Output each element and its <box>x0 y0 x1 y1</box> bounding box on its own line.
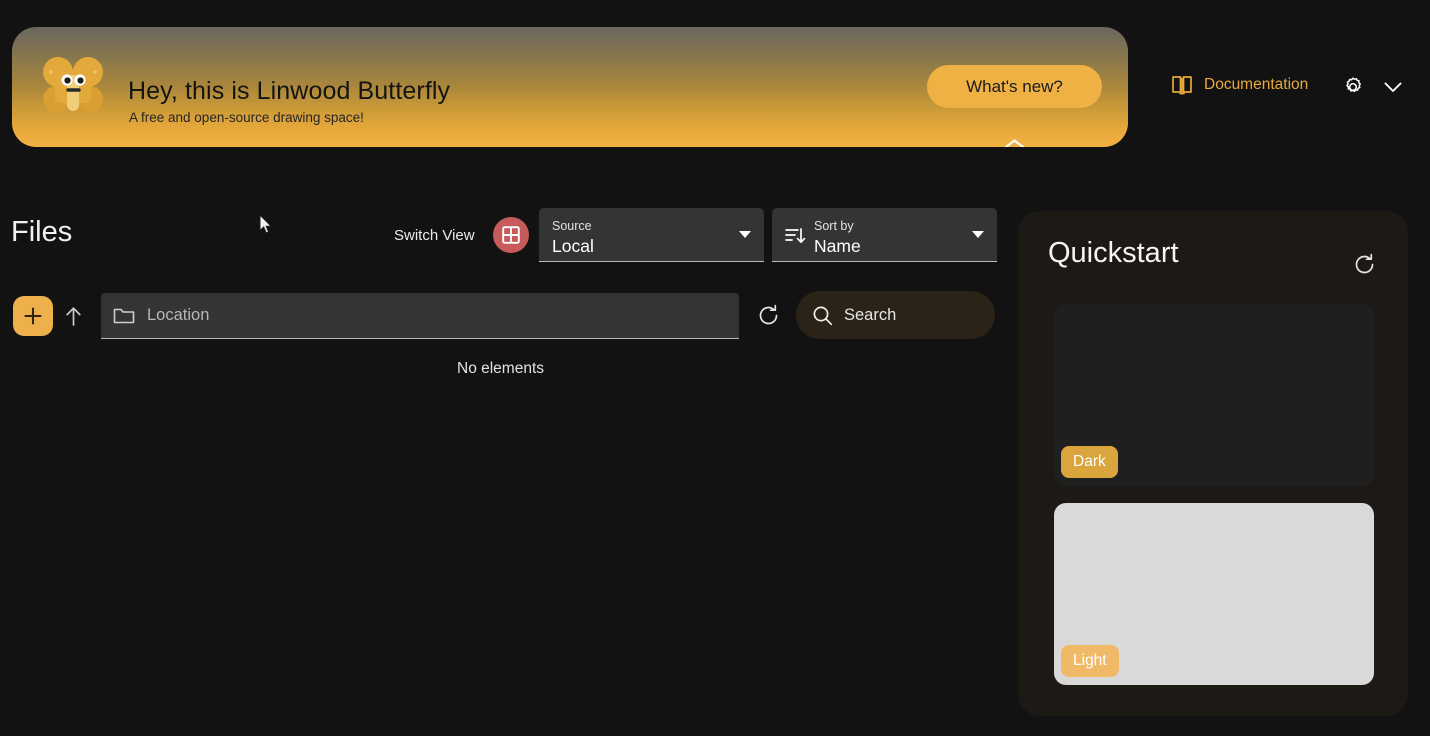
arrow-up-icon[interactable] <box>62 304 85 329</box>
sort-select[interactable]: Sort by Name <box>772 208 997 262</box>
location-field[interactable] <box>101 293 739 339</box>
add-button[interactable] <box>13 296 53 336</box>
gear-icon[interactable] <box>1341 75 1365 99</box>
folder-icon <box>113 308 135 323</box>
grid-view-icon <box>502 226 520 244</box>
banner-title: Hey, this is Linwood Butterfly <box>128 77 451 105</box>
whats-new-button[interactable]: What's new? <box>927 65 1102 108</box>
mouse-pointer-icon <box>259 214 273 234</box>
chevron-up-icon[interactable] <box>1002 137 1027 147</box>
banner-subtitle: A free and open-source drawing space! <box>129 110 364 125</box>
sort-select-value: Name <box>814 236 861 256</box>
app-root: Hey, this is Linwood Butterfly A free an… <box>0 0 1430 736</box>
sort-select-label: Sort by <box>814 219 854 233</box>
sort-descending-icon <box>785 228 806 244</box>
quickstart-panel: Quickstart Dark Light <box>1018 211 1408 716</box>
quickstart-card-light[interactable]: Light <box>1054 503 1374 685</box>
switch-view-label: Switch View <box>394 227 475 244</box>
empty-state-message: No elements <box>457 360 545 377</box>
search-field[interactable] <box>796 291 995 339</box>
butterfly-logo <box>43 57 103 112</box>
refresh-icon[interactable] <box>757 304 780 327</box>
chevron-down-icon <box>972 231 984 238</box>
search-input[interactable] <box>844 305 974 325</box>
theme-badge: Dark <box>1061 446 1118 478</box>
theme-badge: Light <box>1061 645 1119 677</box>
chevron-down-icon[interactable] <box>1381 78 1405 96</box>
source-select[interactable]: Source Local <box>539 208 764 262</box>
search-icon <box>813 306 833 325</box>
page-title: Files <box>11 216 73 248</box>
book-icon <box>1172 76 1192 95</box>
quickstart-title: Quickstart <box>1048 237 1179 269</box>
location-input[interactable] <box>147 306 707 325</box>
source-select-label: Source <box>552 219 592 233</box>
switch-view-button[interactable] <box>493 217 529 253</box>
documentation-label: Documentation <box>1204 76 1309 93</box>
welcome-banner: Hey, this is Linwood Butterfly A free an… <box>12 27 1128 147</box>
plus-icon <box>24 307 42 325</box>
refresh-icon[interactable] <box>1353 253 1376 276</box>
source-select-value: Local <box>552 236 594 256</box>
quickstart-card-dark[interactable]: Dark <box>1054 304 1374 486</box>
documentation-link[interactable]: Documentation <box>1170 74 1308 96</box>
chevron-down-icon <box>739 231 751 238</box>
